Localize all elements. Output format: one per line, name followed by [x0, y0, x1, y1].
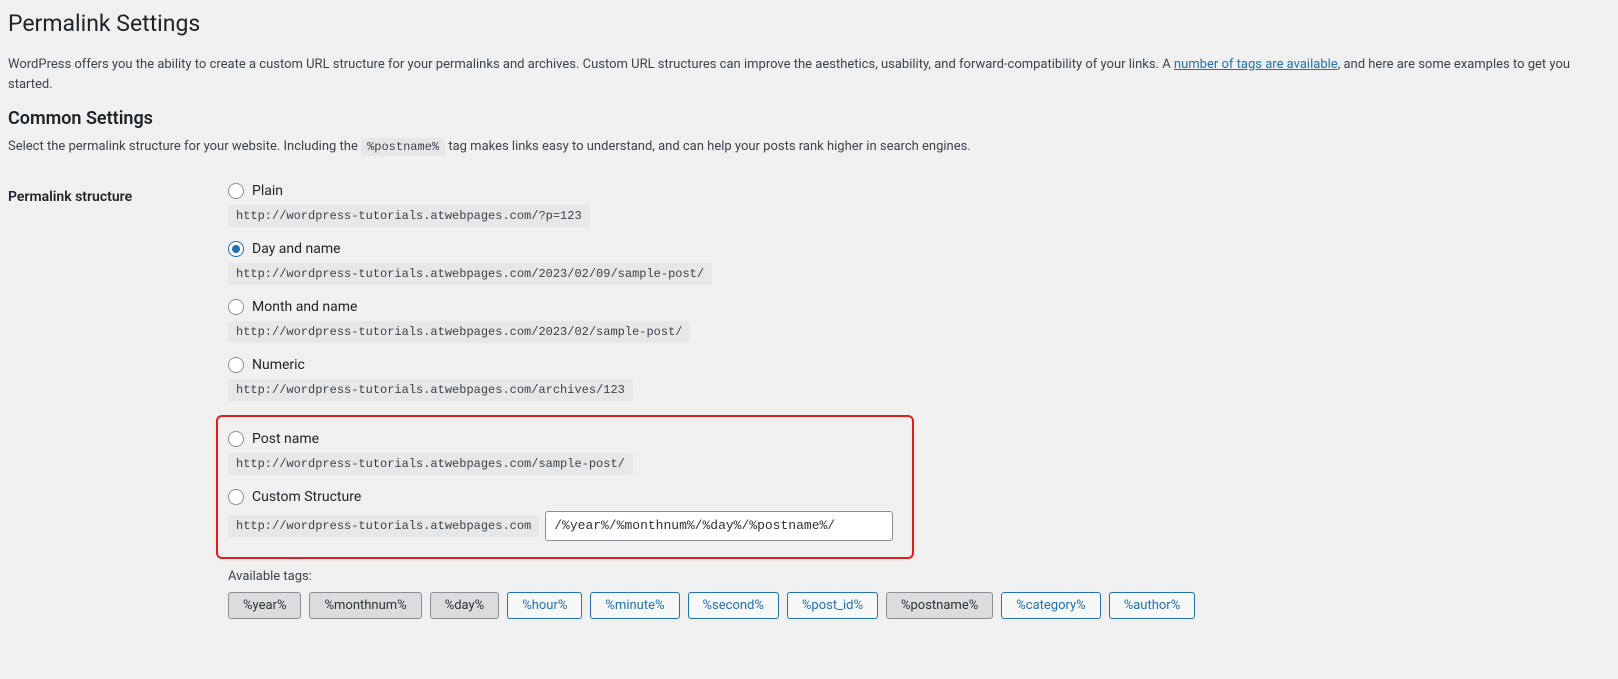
tag-button-minute[interactable]: %minute% [590, 592, 679, 619]
option-day-name-text: Day and name [252, 241, 341, 257]
page-title: Permalink Settings [8, 10, 1598, 37]
option-month-name: Month and name http://wordpress-tutorial… [228, 299, 1598, 343]
option-day-name-label[interactable]: Day and name [228, 241, 1598, 257]
option-numeric: Numeric http://wordpress-tutorials.atweb… [228, 357, 1598, 401]
radio-plain[interactable] [228, 183, 244, 199]
settings-wrap: Permalink Settings WordPress offers you … [0, 0, 1618, 679]
intro-text-before: WordPress offers you the ability to crea… [8, 57, 1174, 72]
option-plain: Plain http://wordpress-tutorials.atwebpa… [228, 183, 1598, 227]
tag-button-day[interactable]: %day% [430, 592, 500, 619]
option-custom: Custom Structure http://wordpress-tutori… [228, 489, 898, 541]
highlight-box: Post name http://wordpress-tutorials.atw… [216, 415, 914, 559]
option-numeric-text: Numeric [252, 357, 305, 373]
example-month-name: http://wordpress-tutorials.atwebpages.co… [228, 321, 690, 343]
intro-paragraph: WordPress offers you the ability to crea… [8, 55, 1598, 94]
option-post-name-text: Post name [252, 431, 319, 447]
example-numeric: http://wordpress-tutorials.atwebpages.co… [228, 379, 633, 401]
option-custom-label[interactable]: Custom Structure [228, 489, 898, 505]
example-plain: http://wordpress-tutorials.atwebpages.co… [228, 205, 590, 227]
common-settings-heading: Common Settings [8, 108, 1598, 129]
radio-day-name[interactable] [228, 241, 244, 257]
option-numeric-label[interactable]: Numeric [228, 357, 1598, 373]
tag-button-post_id[interactable]: %post_id% [787, 592, 878, 619]
option-post-name: Post name http://wordpress-tutorials.atw… [228, 431, 898, 475]
desc-before: Select the permalink structure for your … [8, 139, 361, 154]
postname-tag-code: %postname% [361, 138, 445, 156]
option-custom-text: Custom Structure [252, 489, 361, 505]
permalink-structure-label: Permalink structure [8, 183, 228, 619]
custom-base-url: http://wordpress-tutorials.atwebpages.co… [228, 515, 539, 537]
tag-button-author[interactable]: %author% [1109, 592, 1196, 619]
option-day-name: Day and name http://wordpress-tutorials.… [228, 241, 1598, 285]
tag-button-category[interactable]: %category% [1001, 592, 1100, 619]
radio-post-name[interactable] [228, 431, 244, 447]
radio-custom[interactable] [228, 489, 244, 505]
desc-after: tag makes links easy to understand, and … [445, 139, 971, 154]
tag-button-postname[interactable]: %postname% [886, 592, 993, 619]
tags-available-link[interactable]: number of tags are available [1174, 57, 1338, 72]
example-day-name: http://wordpress-tutorials.atwebpages.co… [228, 263, 712, 285]
tag-button-second[interactable]: %second% [688, 592, 779, 619]
radio-numeric[interactable] [228, 357, 244, 373]
tag-button-year[interactable]: %year% [228, 592, 301, 619]
form-table: Permalink structure Plain http://wordpre… [8, 183, 1598, 619]
option-month-name-label[interactable]: Month and name [228, 299, 1598, 315]
tag-button-hour[interactable]: %hour% [507, 592, 582, 619]
tag-button-monthnum[interactable]: %monthnum% [309, 592, 421, 619]
option-plain-label[interactable]: Plain [228, 183, 1598, 199]
option-month-name-text: Month and name [252, 299, 357, 315]
option-plain-text: Plain [252, 183, 283, 199]
common-settings-desc: Select the permalink structure for your … [8, 137, 1598, 157]
example-post-name: http://wordpress-tutorials.atwebpages.co… [228, 453, 633, 475]
tag-buttons-row: %year% %monthnum% %day% %hour% %minute% %seco… [228, 592, 1598, 619]
custom-structure-input[interactable] [545, 511, 893, 541]
radio-month-name[interactable] [228, 299, 244, 315]
option-post-name-label[interactable]: Post name [228, 431, 898, 447]
available-tags-label: Available tags: [228, 569, 1598, 584]
